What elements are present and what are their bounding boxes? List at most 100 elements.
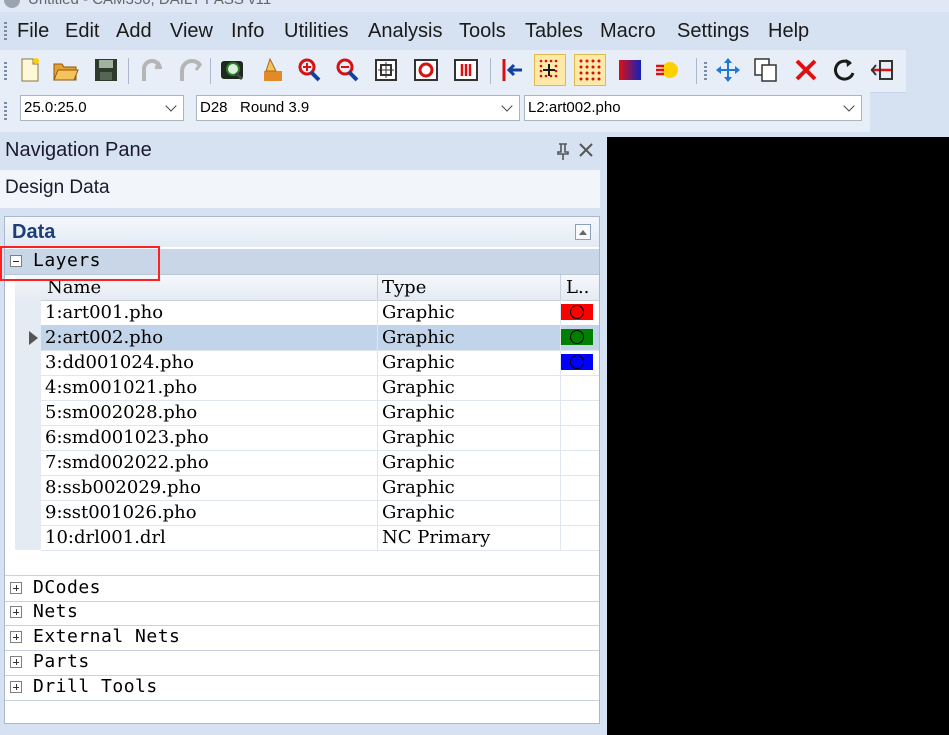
close-icon[interactable] (578, 142, 594, 163)
layer-row[interactable]: 1:art001.pho Graphic (41, 300, 599, 326)
color-icon[interactable] (614, 54, 646, 86)
zoom-in-icon[interactable] (294, 54, 326, 86)
menu-settings[interactable]: Settings (677, 18, 749, 44)
grid-icon[interactable] (534, 54, 566, 86)
layer-color-swatch[interactable] (561, 329, 593, 345)
toolbar-grip[interactable] (4, 62, 7, 80)
menubar-grip[interactable] (4, 22, 7, 40)
layer-type: Graphic (382, 302, 455, 323)
mirror-icon[interactable] (866, 54, 898, 86)
save-icon[interactable] (90, 54, 122, 86)
redo-icon[interactable] (174, 54, 206, 86)
column-header-type[interactable]: Type (382, 277, 426, 298)
layer-row[interactable]: 8:ssb002029.pho Graphic (41, 475, 599, 501)
column-header-color[interactable]: L.. (566, 277, 589, 298)
open-icon[interactable] (50, 54, 82, 86)
drill-tools-group-header[interactable]: Drill Tools (5, 675, 599, 701)
grid-size-select[interactable]: 25.0:25.0 (20, 95, 184, 121)
layer-row[interactable]: 4:sm001021.pho Graphic (41, 375, 599, 401)
expand-icon[interactable] (10, 656, 22, 668)
expand-icon[interactable] (10, 606, 22, 618)
menu-info[interactable]: Info (231, 18, 264, 44)
layer-name: 4:sm001021.pho (45, 377, 198, 398)
layer-row[interactable]: 7:smd002022.pho Graphic (41, 450, 599, 476)
layer-type: Graphic (382, 502, 455, 523)
design-data-tab[interactable]: Design Data (0, 170, 600, 208)
combobar-grip[interactable] (4, 102, 7, 120)
move-icon[interactable] (712, 54, 744, 86)
menu-bar: File Edit Add View Info Utilities Analys… (0, 14, 949, 48)
highlight-icon[interactable] (652, 54, 684, 86)
layer-select[interactable]: L2:art002.pho (524, 95, 862, 121)
toolbar-separator (490, 58, 491, 84)
menu-add[interactable]: Add (116, 18, 152, 44)
layer-row[interactable]: 6:smd001023.pho Graphic (41, 425, 599, 451)
layer-name: 9:sst001026.pho (45, 502, 197, 523)
grid-dots-icon[interactable] (574, 54, 606, 86)
chevron-down-icon (165, 100, 177, 112)
menu-tools[interactable]: Tools (459, 18, 506, 44)
parts-group-header[interactable]: Parts (5, 650, 599, 676)
toolbar-grip[interactable] (704, 62, 707, 80)
layer-name: 2:art002.pho (45, 327, 164, 348)
undo-icon[interactable] (136, 54, 168, 86)
selection-toolbar: 25.0:25.0 D28 Round 3.9 L2:art002.pho (0, 92, 870, 132)
dcodes-group-header[interactable]: DCodes (5, 575, 599, 602)
menu-analysis[interactable]: Analysis (368, 18, 442, 44)
layer-color-swatch[interactable] (561, 304, 593, 320)
pin-icon[interactable] (556, 142, 570, 165)
layer-type: Graphic (382, 452, 455, 473)
menu-tables[interactable]: Tables (525, 18, 583, 44)
layer-name: 3:dd001024.pho (45, 352, 194, 373)
layer-row[interactable]: 3:dd001024.pho Graphic (41, 350, 599, 376)
collapse-up-button[interactable] (575, 224, 591, 240)
parts-group-label: Parts (33, 651, 90, 672)
zoom-fit-icon[interactable] (370, 54, 402, 86)
layer-type: Graphic (382, 402, 455, 423)
delete-icon[interactable] (790, 54, 822, 86)
expand-icon[interactable] (10, 582, 22, 594)
layer-row[interactable]: 5:sm002028.pho Graphic (41, 400, 599, 426)
layer-name: 1:art001.pho (45, 302, 164, 323)
toolbar-separator (696, 58, 697, 84)
layer-row[interactable]: 10:drl001.drl NC Primary (41, 525, 599, 551)
layer-row[interactable]: 9:sst001026.pho Graphic (41, 500, 599, 526)
expand-icon[interactable] (10, 631, 22, 643)
design-canvas[interactable] (607, 137, 949, 735)
refresh-icon[interactable] (450, 54, 482, 86)
rotate-icon[interactable] (828, 54, 860, 86)
nets-group-header[interactable]: Nets (5, 600, 599, 626)
redraw-icon[interactable] (410, 54, 442, 86)
dcodes-group-label: DCodes (33, 577, 102, 598)
menu-help[interactable]: Help (768, 18, 809, 44)
pad-icon (570, 330, 584, 344)
layer-name: 7:smd002022.pho (45, 452, 209, 473)
layer-value: L2:art002.pho (528, 99, 621, 116)
menu-edit[interactable]: Edit (65, 18, 99, 44)
main-toolbar (0, 50, 906, 93)
menu-view[interactable]: View (170, 18, 213, 44)
menu-file[interactable]: File (17, 18, 49, 44)
external-nets-group-label: External Nets (33, 626, 181, 647)
copy-icon[interactable] (750, 54, 782, 86)
snap-icon[interactable] (496, 54, 528, 86)
layer-color-swatch[interactable] (561, 354, 593, 370)
paint-icon[interactable] (256, 54, 288, 86)
expand-icon[interactable] (10, 681, 22, 693)
triangle-up-icon (579, 230, 587, 235)
zoom-window-icon[interactable] (216, 54, 248, 86)
zoom-out-icon[interactable] (332, 54, 364, 86)
new-icon[interactable] (14, 54, 46, 86)
layer-type: Graphic (382, 427, 455, 448)
layer-name: 5:sm002028.pho (45, 402, 198, 423)
toolbar-separator (210, 58, 211, 84)
data-panel: Data Layers Name Type L.. 1:art001.pho Gr… (4, 216, 600, 724)
external-nets-group-header[interactable]: External Nets (5, 625, 599, 651)
dcode-select[interactable]: D28 Round 3.9 (196, 95, 520, 121)
layer-name: 8:ssb002029.pho (45, 477, 201, 498)
menu-macro[interactable]: Macro (600, 18, 656, 44)
layer-row[interactable]: 2:art002.pho Graphic (29, 325, 599, 351)
menu-utilities[interactable]: Utilities (284, 18, 348, 44)
drill-tools-group-label: Drill Tools (33, 676, 158, 697)
data-section-title: Data (12, 221, 56, 243)
